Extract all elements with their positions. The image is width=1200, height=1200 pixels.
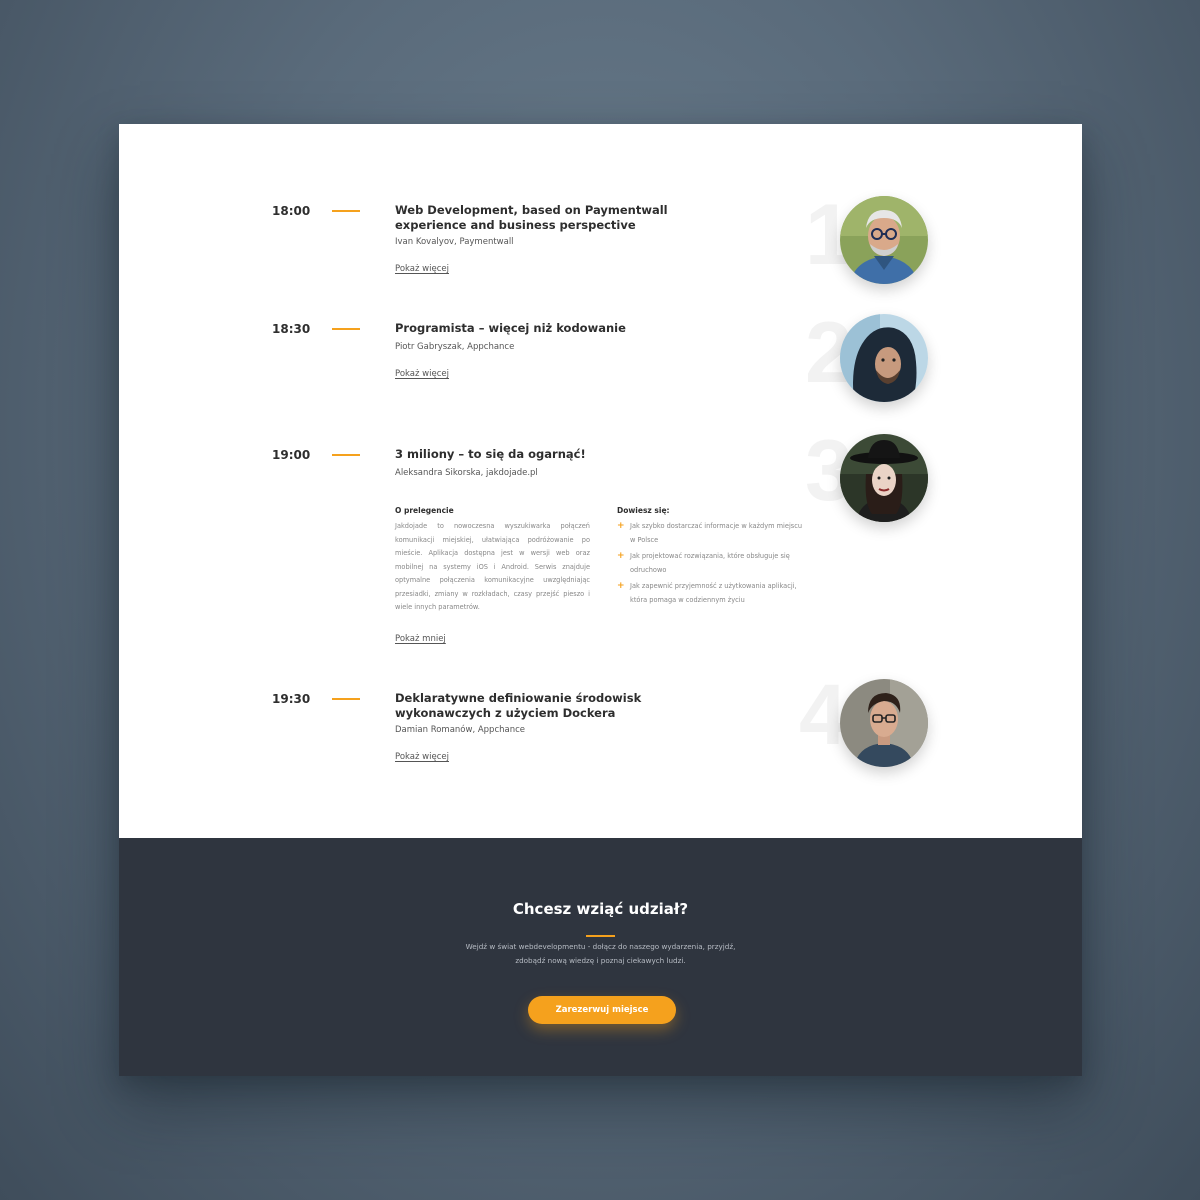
accent-dash: [332, 328, 360, 330]
about-text: Jakdojade to nowoczesna wyszukiwarka poł…: [395, 522, 590, 611]
learn-item: + Jak zapewnić przyjemność z użytkowania …: [617, 581, 797, 604]
speaker-name: Piotr Gabryszak, Appchance: [395, 342, 515, 352]
accent-dash: [332, 210, 360, 212]
reserve-button[interactable]: Zarezerwuj miejsce: [528, 996, 676, 1024]
speaker-avatar: [840, 679, 928, 767]
talk-title: Programista – więcej niż kodowanie: [395, 321, 626, 335]
item-time: 19:30: [272, 692, 311, 706]
accent-dash: [586, 935, 615, 937]
speaker-name: Aleksandra Sikorska, jakdojade.pl: [395, 468, 538, 478]
plus-icon: +: [617, 521, 625, 531]
speaker-avatar: [840, 314, 928, 402]
learn-list: + Jak szybko dostarczać informacje w każd…: [617, 520, 807, 610]
speaker-name: Ivan Kovalyov, Paymentwall: [395, 237, 514, 247]
talk-title: 3 miliony – to się da ogarnąć!: [395, 447, 586, 461]
cta-section: Chcesz wziąć udział? Wejdź w świat webde…: [119, 838, 1082, 1076]
show-more-link[interactable]: Pokaż więcej: [395, 752, 449, 762]
show-more-link[interactable]: Pokaż więcej: [395, 264, 449, 274]
show-more-link[interactable]: Pokaż więcej: [395, 369, 449, 379]
page-mockup: 18:00 Web Development, based on Paymentw…: [119, 124, 1082, 1076]
talk-title: Deklaratywne definiowanie środowisk wyko…: [395, 691, 642, 720]
item-time: 18:00: [272, 204, 311, 218]
accent-dash: [332, 698, 360, 700]
speaker-avatar: [840, 434, 928, 522]
cta-title: Chcesz wziąć udział?: [512, 900, 689, 918]
plus-icon: +: [617, 581, 625, 591]
item-time: 19:00: [272, 448, 311, 462]
learn-item: + Jak szybko dostarczać informacje w każd…: [617, 521, 803, 544]
cta-description: Wejdź w świat webdevelopmentu - dołącz d…: [119, 940, 1082, 968]
talk-title: Web Development, based on Paymentwall ex…: [395, 203, 668, 232]
learn-item: + Jak projektować rozwiązania, które obsł…: [617, 551, 790, 574]
plus-icon: +: [617, 551, 625, 561]
schedule-section: 18:00 Web Development, based on Paymentw…: [119, 124, 1082, 838]
item-time: 18:30: [272, 322, 311, 336]
accent-dash: [332, 454, 360, 456]
about-heading: O prelegencie: [395, 506, 454, 515]
show-less-link[interactable]: Pokaż mniej: [395, 634, 446, 644]
cta-text-line: Wejdź w świat webdevelopmentu - dołącz d…: [465, 942, 736, 951]
speaker-name: Damian Romanów, Appchance: [395, 725, 526, 735]
learn-heading: Dowiesz się:: [617, 506, 670, 515]
speaker-avatar: [840, 196, 928, 284]
cta-text-line: zdobądź nową wiedzę i poznaj ciekawych l…: [515, 956, 686, 965]
